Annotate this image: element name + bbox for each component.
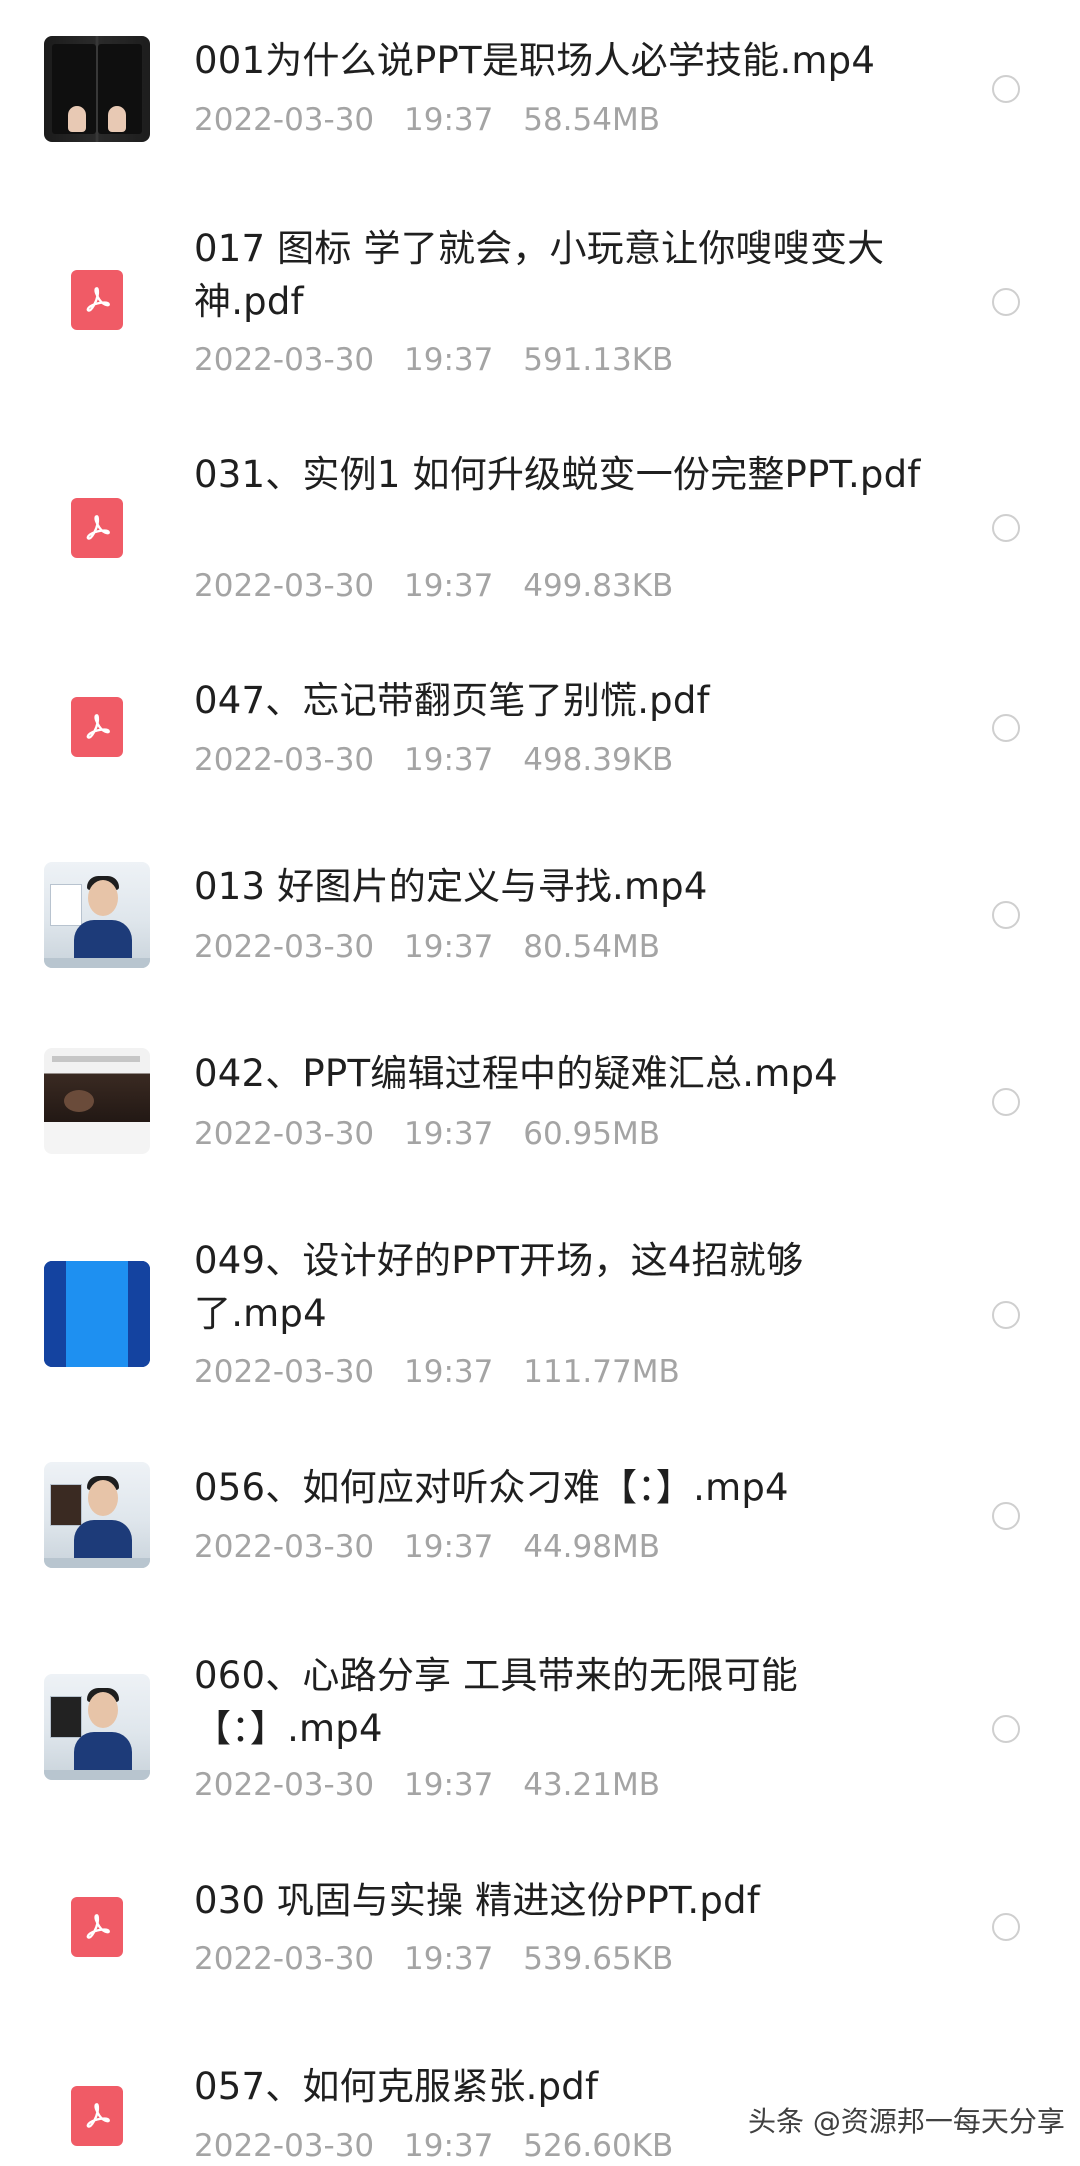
file-size: 499.83KB xyxy=(523,568,674,604)
file-meta: 2022-03-30 19:37 80.54MB xyxy=(194,927,680,967)
file-time: 19:37 xyxy=(404,1116,494,1152)
file-name: 056、如何应对听众刁难【：】.mp4 xyxy=(194,1466,789,1509)
file-date: 2022-03-30 xyxy=(194,1767,375,1803)
file-date: 2022-03-30 xyxy=(194,2128,375,2164)
file-meta: 2022-03-30 19:37 498.39KB xyxy=(194,740,693,780)
file-meta: 2022-03-30 19:37 539.65KB xyxy=(194,1939,693,1979)
file-size: 591.13KB xyxy=(523,342,674,378)
pdf-icon xyxy=(71,697,123,757)
file-date: 2022-03-30 xyxy=(194,342,375,378)
select-radio[interactable] xyxy=(992,1301,1020,1329)
video-thumbnail-icon xyxy=(44,1462,150,1568)
file-meta: 2022-03-30 19:37 43.21MB xyxy=(194,1765,680,1805)
select-radio[interactable] xyxy=(992,901,1020,929)
file-meta: 2022-03-30 19:37 60.95MB xyxy=(194,1114,680,1154)
file-name: 047、忘记带翻页笔了别慌.pdf xyxy=(194,679,710,722)
file-time: 19:37 xyxy=(404,929,494,965)
video-thumbnail-icon xyxy=(44,36,150,142)
file-size: 58.54MB xyxy=(523,102,660,138)
file-date: 2022-03-30 xyxy=(194,1529,375,1565)
file-size: 80.54MB xyxy=(523,929,660,965)
file-date: 2022-03-30 xyxy=(194,929,375,965)
select-radio[interactable] xyxy=(992,714,1020,742)
file-date: 2022-03-30 xyxy=(194,742,375,778)
file-meta: 2022-03-30 19:37 44.98MB xyxy=(194,1527,680,1567)
file-name: 030 巩固与实操 精进这份PPT.pdf xyxy=(194,1879,760,1922)
file-time: 19:37 xyxy=(404,1941,494,1977)
file-time: 19:37 xyxy=(404,1529,494,1565)
select-radio[interactable] xyxy=(992,75,1020,103)
file-meta: 2022-03-30 19:37 591.13KB xyxy=(194,340,693,380)
file-meta: 2022-03-30 19:37 58.54MB xyxy=(194,100,680,140)
select-radio[interactable] xyxy=(992,1502,1020,1530)
file-time: 19:37 xyxy=(404,102,494,138)
select-radio[interactable] xyxy=(992,1715,1020,1743)
file-meta: 2022-03-30 19:37 111.77MB xyxy=(194,1352,700,1392)
file-size: 111.77MB xyxy=(523,1354,680,1390)
file-list: 001为什么说PPT是职场人必学技能.mp4 2022-03-30 19:37 … xyxy=(0,0,1080,2164)
file-time: 19:37 xyxy=(404,1767,494,1803)
file-name: 049、设计好的PPT开场，这4招就够了.mp4 xyxy=(194,1239,804,1335)
file-date: 2022-03-30 xyxy=(194,1941,375,1977)
file-time: 19:37 xyxy=(404,342,494,378)
file-time: 19:37 xyxy=(404,1354,494,1390)
file-name: 001为什么说PPT是职场人必学技能.mp4 xyxy=(194,39,876,82)
file-date: 2022-03-30 xyxy=(194,568,375,604)
file-date: 2022-03-30 xyxy=(194,102,375,138)
file-date: 2022-03-30 xyxy=(194,1116,375,1152)
file-size: 60.95MB xyxy=(523,1116,660,1152)
file-time: 19:37 xyxy=(404,568,494,604)
file-name: 031、实例1 如何升级蜕变一份完整PPT.pdf xyxy=(194,453,921,496)
file-size: 526.60KB xyxy=(523,2128,674,2164)
video-thumbnail-icon xyxy=(44,1261,150,1367)
select-radio[interactable] xyxy=(992,1088,1020,1116)
pdf-icon xyxy=(71,2086,123,2146)
select-radio[interactable] xyxy=(992,514,1020,542)
file-name: 017 图标 学了就会，小玩意让你嗖嗖变大神.pdf xyxy=(194,227,885,323)
pdf-icon xyxy=(71,1897,123,1957)
select-radio[interactable] xyxy=(992,1913,1020,1941)
file-meta: 2022-03-30 19:37 499.83KB xyxy=(194,566,693,606)
file-name: 060、心路分享 工具带来的无限可能【：】.mp4 xyxy=(194,1654,798,1750)
file-meta: 2022-03-30 19:37 526.60KB xyxy=(194,2126,693,2166)
pdf-icon xyxy=(71,498,123,558)
file-name: 013 好图片的定义与寻找.mp4 xyxy=(194,865,708,908)
file-size: 43.21MB xyxy=(523,1767,660,1803)
watermark: 头条 @资源邦一每天分享 xyxy=(748,2105,1065,2138)
video-thumbnail-icon xyxy=(44,862,150,968)
pdf-icon xyxy=(71,270,123,330)
file-time: 19:37 xyxy=(404,742,494,778)
video-thumbnail-icon xyxy=(44,1048,150,1154)
select-radio[interactable] xyxy=(992,288,1020,316)
file-time: 19:37 xyxy=(404,2128,494,2164)
file-size: 498.39KB xyxy=(523,742,674,778)
file-name: 042、PPT编辑过程中的疑难汇总.mp4 xyxy=(194,1052,838,1095)
file-date: 2022-03-30 xyxy=(194,1354,375,1390)
video-thumbnail-icon xyxy=(44,1674,150,1780)
file-size: 539.65KB xyxy=(523,1941,674,1977)
file-size: 44.98MB xyxy=(523,1529,660,1565)
